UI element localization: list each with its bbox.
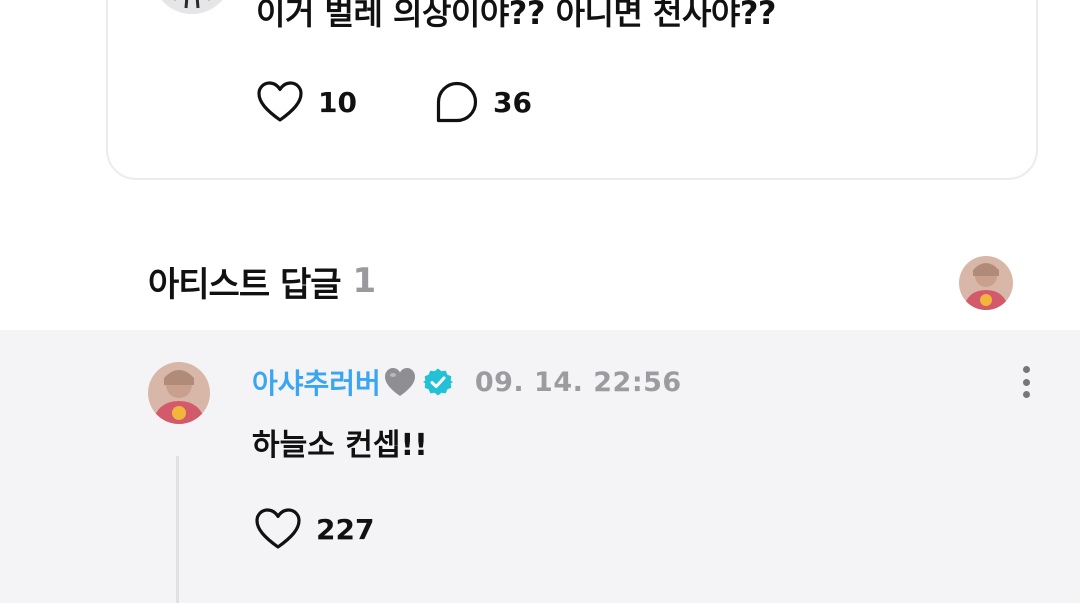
post-like-count: 10 bbox=[318, 85, 357, 119]
comment-bubble-icon bbox=[436, 81, 478, 123]
reply-author-name[interactable]: 아샤추러버 bbox=[252, 362, 381, 402]
post-comment-button[interactable]: 36 bbox=[435, 80, 532, 124]
artist-replies-count: 1 bbox=[352, 261, 377, 301]
more-vertical-icon bbox=[1022, 366, 1030, 373]
post-actions: 10 36 bbox=[256, 80, 532, 124]
artist-avatar[interactable] bbox=[959, 256, 1013, 310]
reply-like-button[interactable]: 227 bbox=[254, 506, 374, 552]
verified-badge-icon bbox=[422, 367, 453, 397]
grey-heart-emoji-icon bbox=[383, 366, 417, 398]
reply-text: 하늘소 컨셉!! bbox=[252, 428, 428, 463]
post-text: 이거 벌레 의상이야?? 아니면 천사야?? bbox=[256, 0, 776, 32]
heart-icon bbox=[255, 508, 301, 549]
more-options-button[interactable] bbox=[1012, 364, 1040, 400]
heart-icon bbox=[257, 81, 303, 122]
artist-replies-title: 아티스트 답글 bbox=[148, 264, 342, 305]
reply-meta: 아샤추러버 09. 14. 22:56 bbox=[252, 362, 682, 402]
post-comment-count: 36 bbox=[492, 85, 532, 119]
artist-replies-header: 아티스트 답글 1 bbox=[148, 258, 377, 305]
post-like-button[interactable]: 10 bbox=[256, 80, 357, 124]
reply-like-count: 227 bbox=[316, 512, 375, 546]
post-author-avatar[interactable] bbox=[152, 0, 232, 14]
reply-author-avatar[interactable] bbox=[148, 362, 210, 424]
reply-timestamp: 09. 14. 22:56 bbox=[474, 366, 682, 398]
post-card: 이거 벌레 의상이야?? 아니면 천사야?? 10 36 bbox=[106, 0, 1038, 180]
thread-line bbox=[176, 456, 179, 603]
reply-area: 아샤추러버 09. 14. 22:56 하늘소 컨셉!! 227 bbox=[0, 330, 1080, 603]
